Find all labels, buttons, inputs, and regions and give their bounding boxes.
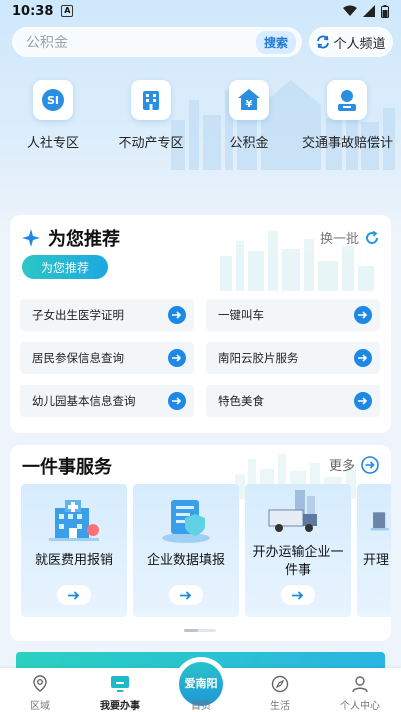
tab-label: 个人中心 — [340, 701, 380, 712]
status-time: 10:38 — [12, 3, 54, 19]
tab-label: 生活 — [270, 701, 290, 712]
recommend-card: 为您推荐 换一批 为您推荐 子女出生医学证明 一键叫车 居民参保信息查询 南阳云… — [10, 215, 391, 433]
recommend-item[interactable]: 特色美食 — [206, 385, 380, 417]
person-badge-icon — [327, 80, 367, 120]
search-input[interactable]: 公积金 — [26, 32, 256, 52]
quick-entry-grid: SI 人社专区 不动产专区 ¥ 公积金 交通事故赔偿计 — [0, 80, 401, 160]
tab-profile[interactable]: 个人中心 — [325, 674, 395, 712]
document-shield-icon — [162, 500, 210, 543]
arrow-circle-icon — [361, 455, 379, 474]
arrow-right-icon — [168, 349, 186, 367]
arrow-right-icon — [57, 585, 91, 605]
recommend-logo-icon — [22, 229, 40, 247]
hospital-icon — [49, 500, 99, 541]
one-thing-service-card: 一件事服务 更多 就医费用报销 企业数据填报 开办运输企业一件事 开理 — [10, 445, 391, 641]
arrow-right-icon — [169, 585, 203, 605]
carousel-indicator — [184, 629, 216, 632]
search-button[interactable]: 搜索 — [255, 30, 296, 54]
recommend-title: 为您推荐 — [22, 225, 120, 251]
recommend-item-label: 居民参保信息查询 — [32, 351, 124, 365]
tab-home-label: 首页 — [191, 701, 211, 712]
arrow-right-icon — [168, 392, 186, 410]
quick-entry-label: 不动产专区 — [118, 136, 184, 151]
quick-entry-social[interactable]: SI 人社专区 — [8, 80, 98, 151]
personal-channel-label: 个人频道 — [333, 36, 386, 52]
service-card[interactable]: 就医费用报销 — [21, 484, 127, 617]
refresh-label: 换一批 — [319, 232, 359, 247]
refresh-button[interactable]: 换一批 — [320, 228, 379, 247]
search-bar[interactable]: 公积金 搜索 — [12, 27, 302, 57]
service-card[interactable]: 企业数据填报 — [133, 484, 239, 617]
arrow-right-icon — [281, 585, 315, 605]
quick-entry-label: 交通事故赔偿计 — [302, 136, 394, 151]
recommend-item-label: 一键叫车 — [218, 308, 264, 322]
building-icon — [131, 80, 171, 120]
notification-badge: A — [61, 5, 74, 17]
arrow-right-icon — [354, 349, 372, 367]
svg-text:SI: SI — [47, 94, 59, 107]
more-button[interactable]: 更多 — [329, 455, 379, 474]
tab-label: 我要办事 — [100, 701, 140, 712]
arrow-right-icon — [168, 306, 186, 324]
location-icon — [33, 675, 47, 692]
monitor-icon — [111, 676, 129, 692]
quick-entry-label: 公积金 — [229, 136, 269, 151]
social-security-icon: SI — [33, 80, 73, 120]
quick-entry-fund[interactable]: ¥ 公积金 — [204, 80, 294, 151]
yen-house-icon: ¥ — [229, 80, 269, 120]
arrow-right-icon — [354, 306, 372, 324]
center-brand-text: 爱南阳 — [184, 677, 218, 690]
svg-text:¥: ¥ — [246, 99, 253, 110]
truck-icon — [268, 490, 317, 532]
service-card-label: 企业数据填报 — [146, 553, 225, 568]
status-bar: 10:38 A — [0, 0, 401, 22]
service-card-label: 开理 — [363, 553, 390, 568]
swap-icon — [317, 35, 330, 49]
service-card[interactable]: 开理 — [357, 484, 391, 617]
recommend-title-text: 为您推荐 — [48, 229, 120, 250]
recommend-item[interactable]: 一键叫车 — [206, 299, 380, 331]
quick-entry-realestate[interactable]: 不动产专区 — [106, 80, 196, 151]
recommend-item-label: 子女出生医学证明 — [32, 308, 124, 322]
service-icon — [370, 512, 389, 531]
signal-icon — [363, 5, 375, 17]
compass-icon — [271, 675, 289, 693]
service-card[interactable]: 开办运输企业一件事 — [245, 484, 351, 617]
recommend-item-label: 特色美食 — [218, 394, 264, 408]
personal-channel-button[interactable]: 个人频道 — [309, 27, 393, 57]
tab-life[interactable]: 生活 — [245, 674, 315, 712]
recommend-item-label: 南阳云胶片服务 — [218, 351, 299, 365]
tab-region[interactable]: 区域 — [5, 674, 75, 712]
wifi-icon — [343, 5, 357, 16]
service-card-label: 就医费用报销 — [34, 553, 113, 568]
recommend-item[interactable]: 幼儿园基本信息查询 — [20, 385, 194, 417]
user-icon — [352, 676, 368, 693]
battery-icon — [381, 4, 389, 18]
tab-label: 区域 — [30, 701, 50, 712]
recommend-item[interactable]: 居民参保信息查询 — [20, 342, 194, 374]
tab-services[interactable]: 我要办事 — [85, 674, 155, 712]
arrow-right-icon — [354, 392, 372, 410]
quick-entry-label: 人社专区 — [26, 136, 79, 151]
quick-entry-traffic[interactable]: 交通事故赔偿计 — [302, 80, 394, 151]
recommend-item-label: 幼儿园基本信息查询 — [32, 394, 136, 408]
recommend-item[interactable]: 南阳云胶片服务 — [206, 342, 380, 374]
refresh-icon — [366, 230, 379, 244]
service-title: 一件事服务 — [22, 457, 112, 478]
more-label: 更多 — [328, 459, 355, 474]
service-card-label: 开办运输企业一件事 — [252, 545, 344, 578]
recommend-item[interactable]: 子女出生医学证明 — [20, 299, 194, 331]
recommend-tag[interactable]: 为您推荐 — [22, 255, 108, 279]
